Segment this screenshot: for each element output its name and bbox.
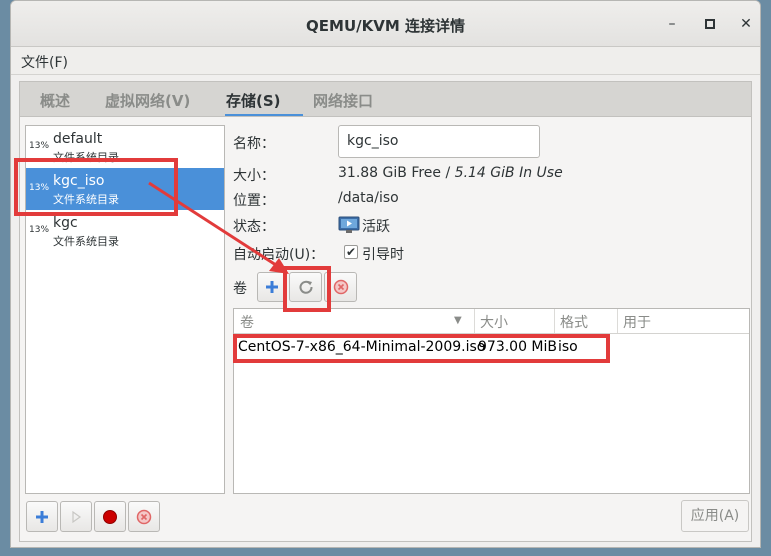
annotation-arrow [148,181,289,274]
connection-details-window: QEMU/KVM 连接详情 – ✕ 文件(F) 概述 虚拟网络(V) 存储(S)… [10,0,761,548]
